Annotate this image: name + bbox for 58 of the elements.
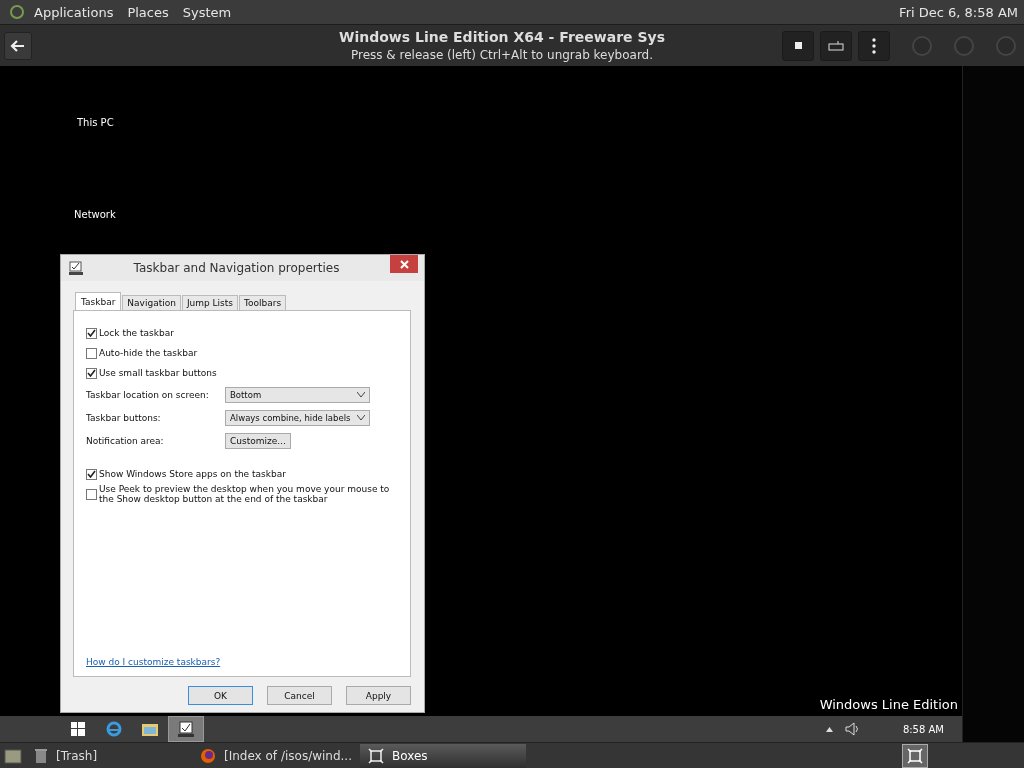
keyboard-icon — [828, 40, 844, 51]
menu-item[interactable]: System — [182, 4, 232, 20]
task-button[interactable]: Boxes — [360, 743, 526, 768]
checkbox-label: Use small taskbar buttons — [99, 368, 217, 378]
clock[interactable]: Fri Dec 6, 8:58 AM — [899, 4, 1018, 20]
back-arrow-icon — [9, 38, 27, 53]
checkbox-label: Use Peek to preview the desktop when you move your mouse to the Show desktop button at the end of the taskbar — [99, 484, 391, 504]
tab[interactable]: Jump Lists — [181, 295, 239, 310]
dropdown[interactable]: Bottom — [225, 386, 370, 403]
tab[interactable]: Toolbars — [239, 295, 287, 310]
properties-icon — [69, 261, 83, 275]
close-button[interactable] — [390, 255, 418, 273]
boxes-icon — [368, 747, 384, 764]
menu-item[interactable]: Applications — [34, 4, 114, 20]
speaker-icon[interactable] — [844, 722, 861, 736]
help-link[interactable]: How do I customize taskbars? — [86, 657, 398, 667]
checkbox[interactable] — [86, 367, 97, 379]
checkbox[interactable] — [86, 488, 97, 500]
caret-icon — [357, 415, 365, 420]
menu-item[interactable]: Places — [127, 4, 169, 20]
menu-button[interactable] — [858, 30, 890, 61]
browser-icon — [200, 747, 216, 764]
stop-button[interactable] — [782, 30, 814, 61]
menu-icon — [872, 37, 876, 54]
task-button[interactable]: [Trash] — [26, 743, 192, 768]
checkbox[interactable] — [86, 347, 97, 359]
trash-icon — [34, 747, 48, 764]
checkbox-label: Show Windows Store apps on the taskbar — [99, 469, 286, 479]
caret-icon — [357, 392, 365, 397]
back-button[interactable] — [4, 31, 32, 60]
desktop-icon-label[interactable]: This PC — [77, 117, 114, 128]
tray-arrow-icon[interactable] — [825, 726, 833, 732]
window-title: Windows Line Edition X64 - Freeware Sys — [338, 29, 666, 45]
dropdown[interactable]: Always combine, hide labels — [225, 409, 370, 426]
logo-icon[interactable] — [10, 5, 24, 19]
tab[interactable]: Taskbar — [75, 292, 122, 310]
checkbox-label: Lock the taskbar — [99, 328, 174, 338]
dialog-button[interactable]: Cancel — [267, 686, 332, 705]
taskbar-properties-icon[interactable] — [168, 716, 204, 742]
dialog-title: Taskbar and Navigation properties — [132, 261, 341, 275]
window-subtitle: Press & release (left) Ctrl+Alt to ungrab keyboard. — [349, 48, 655, 62]
task-button[interactable]: [Index of /isos/wind... — [192, 743, 360, 768]
edition-label: Windows Line Edition — [819, 697, 958, 712]
dialog-button[interactable]: Apply — [346, 686, 411, 705]
close-icon — [399, 259, 409, 269]
keyboard-button[interactable] — [820, 30, 852, 61]
checkbox[interactable] — [86, 327, 97, 339]
checkbox-label: Auto-hide the taskbar — [99, 348, 198, 358]
field-label: Taskbar buttons: — [86, 412, 162, 423]
dialog-button[interactable]: OK — [188, 686, 253, 705]
desktop-icon-label[interactable]: Network — [74, 209, 116, 220]
field-label: Taskbar location on screen: — [86, 389, 210, 400]
tab[interactable]: Navigation — [122, 295, 181, 310]
field-label: Notification area: — [86, 435, 165, 446]
customize-button[interactable]: Customize... — [225, 432, 291, 449]
checkbox[interactable] — [86, 468, 97, 480]
taskbar-clock[interactable]: 8:58 AM — [902, 723, 944, 735]
workspace-switcher[interactable] — [902, 743, 928, 768]
